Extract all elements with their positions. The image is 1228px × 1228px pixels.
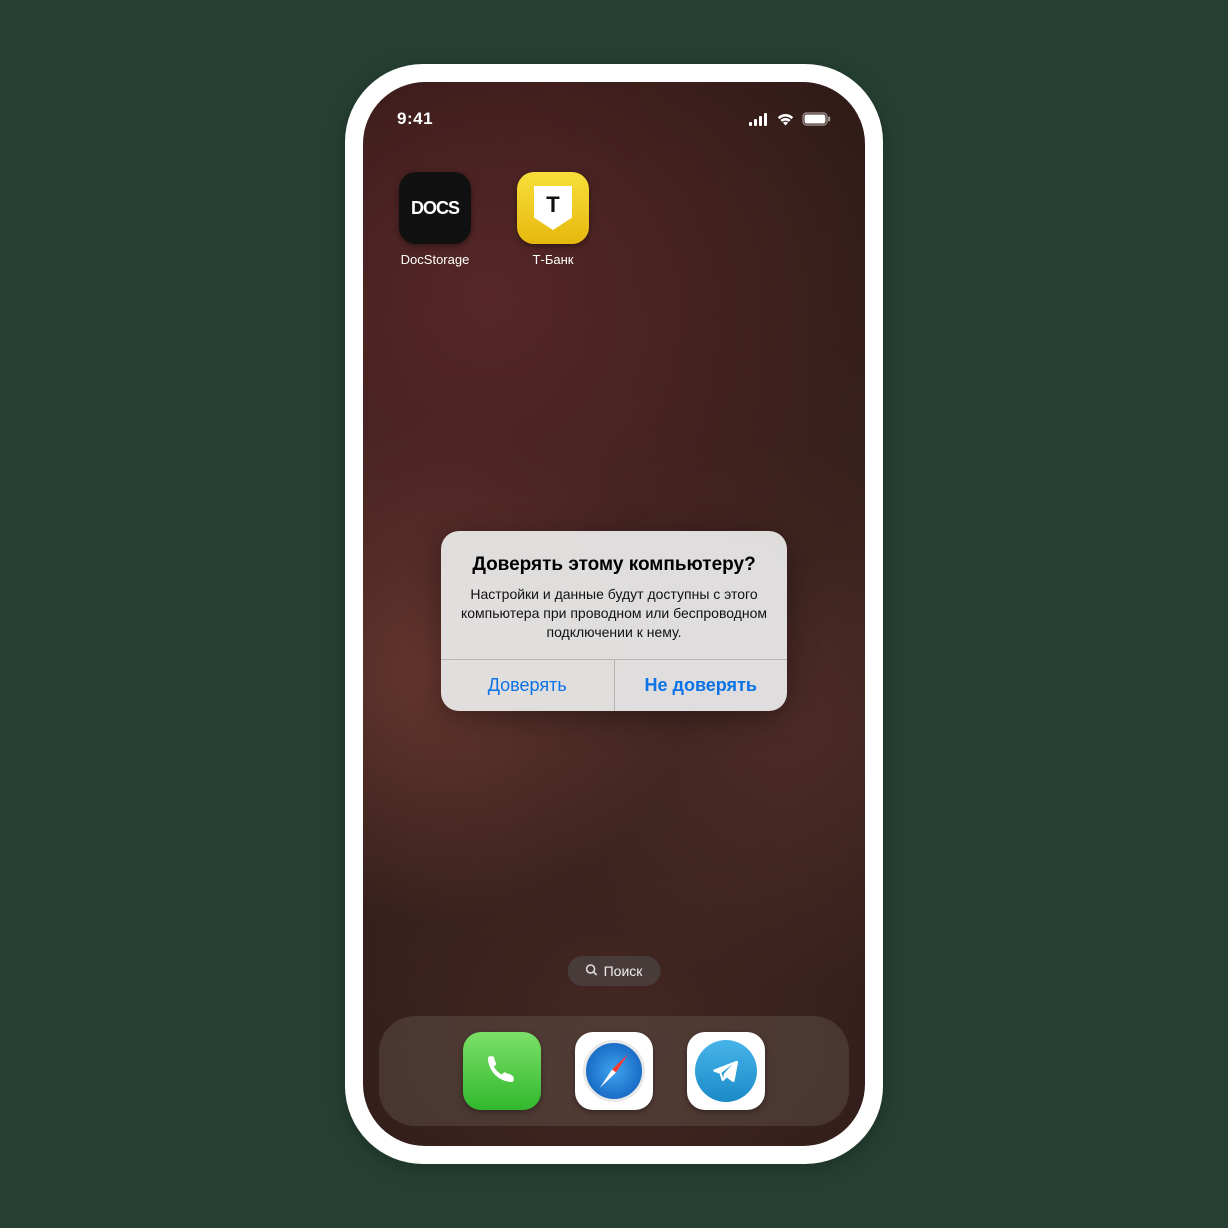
cellular-icon — [749, 113, 769, 126]
device-frame: 9:41 DOCS DocStorage — [345, 64, 883, 1164]
telegram-icon — [695, 1040, 757, 1102]
alert-title: Доверять этому компьютеру? — [459, 553, 769, 577]
trust-alert: Доверять этому компьютеру? Настройки и д… — [441, 531, 787, 711]
dock-app-safari[interactable] — [575, 1032, 653, 1110]
dont-trust-button[interactable]: Не доверять — [614, 660, 788, 711]
dock — [379, 1016, 849, 1126]
safari-icon — [583, 1040, 645, 1102]
status-bar: 9:41 — [363, 82, 865, 138]
status-indicators — [749, 112, 831, 126]
screen: 9:41 DOCS DocStorage — [363, 82, 865, 1146]
alert-actions: Доверять Не доверять — [441, 659, 787, 711]
spotlight-search[interactable]: Поиск — [568, 956, 661, 986]
dock-app-telegram[interactable] — [687, 1032, 765, 1110]
trust-button[interactable]: Доверять — [441, 660, 614, 711]
status-time: 9:41 — [397, 109, 433, 129]
alert-message: Настройки и данные будут доступны с этог… — [459, 585, 769, 642]
alert-body: Доверять этому компьютеру? Настройки и д… — [441, 531, 787, 659]
dock-app-phone[interactable] — [463, 1032, 541, 1110]
search-icon — [586, 963, 598, 979]
wifi-icon — [776, 112, 795, 126]
phone-icon — [482, 1049, 522, 1094]
battery-icon — [802, 112, 831, 126]
search-label: Поиск — [604, 963, 643, 979]
